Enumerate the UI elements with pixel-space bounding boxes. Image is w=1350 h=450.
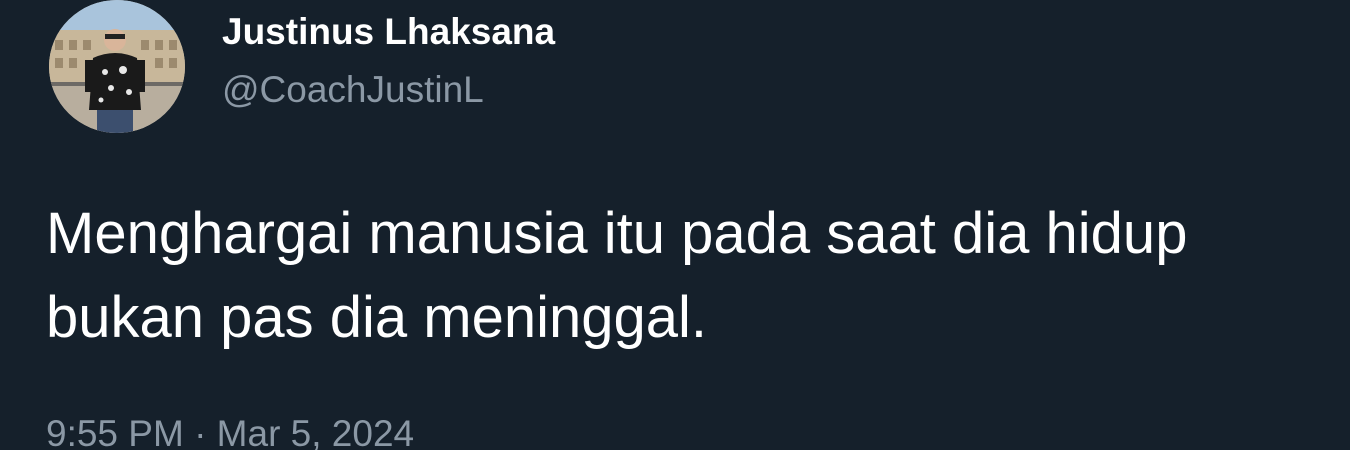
tweet-timestamp[interactable]: 9:55 PM · Mar 5, 2024	[46, 408, 414, 450]
tweet-text: Menghargai manusia itu pada saat dia hid…	[46, 201, 1188, 350]
avatar[interactable]	[49, 0, 185, 133]
author-display-name[interactable]: Justinus Lhaksana	[222, 8, 555, 56]
author-handle[interactable]: @CoachJustinL	[222, 66, 484, 114]
profile-photo-icon	[49, 0, 185, 133]
